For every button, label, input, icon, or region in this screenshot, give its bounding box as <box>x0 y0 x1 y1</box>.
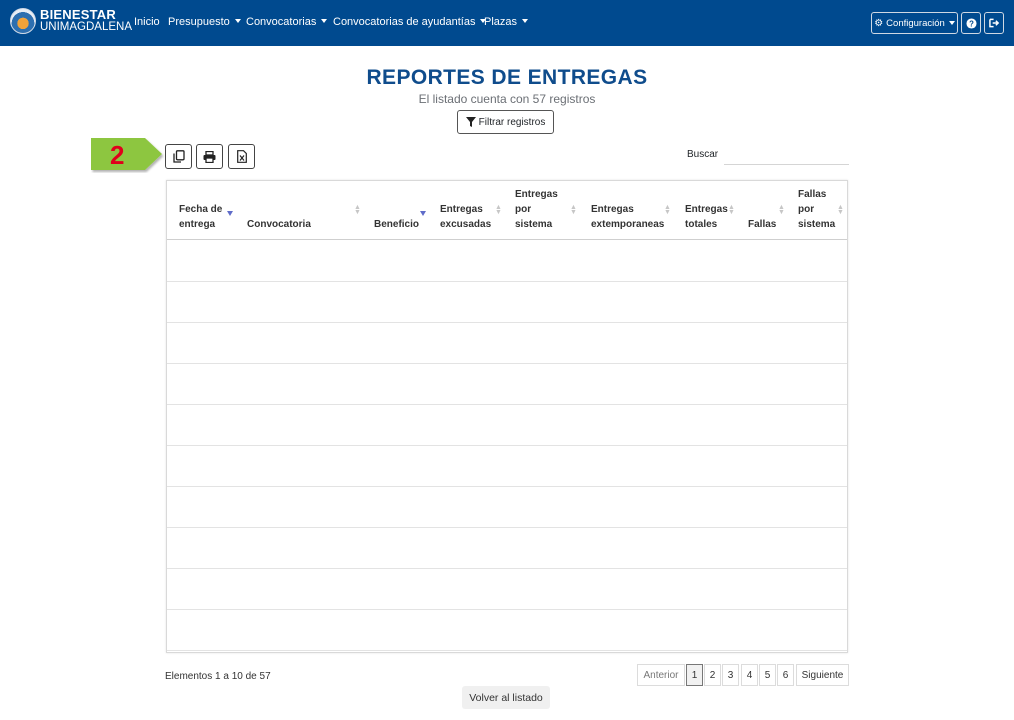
help-button[interactable]: ? <box>961 12 981 34</box>
excel-export-button[interactable] <box>228 144 255 169</box>
step-arrow-annotation <box>91 138 162 170</box>
sort-icon: ▲ ▼ <box>837 204 844 216</box>
copy-button[interactable] <box>165 144 192 169</box>
university-seal-icon <box>10 8 36 34</box>
brand-title: BIENESTAR <box>40 7 116 22</box>
column-header-fallas[interactable]: Fallas <box>748 217 788 232</box>
table-row <box>167 569 847 610</box>
pagination-previous[interactable]: Anterior <box>637 664 685 686</box>
nav-item-convocatorias-ayudantias[interactable]: Convocatorias de ayudantías <box>333 16 487 28</box>
top-navbar: BIENESTAR UNIMAGDALENA Inicio Presupuest… <box>0 0 1014 46</box>
sort-icon: ▲ ▼ <box>495 204 502 216</box>
caret-down-icon <box>321 19 328 23</box>
config-dropdown-button[interactable]: ⚙ Configuración <box>871 12 958 34</box>
column-header-fecha-entrega[interactable]: Fecha de entrega <box>179 202 229 232</box>
filter-icon <box>465 117 476 127</box>
sort-icon: ▲ ▼ <box>778 204 785 216</box>
column-header-fallas-por-sistema[interactable]: Fallas por sistema <box>798 187 838 232</box>
nav-item-inicio[interactable]: Inicio <box>134 16 160 28</box>
nav-item-presupuesto[interactable]: Presupuesto <box>168 16 241 28</box>
table-row <box>167 487 847 528</box>
caret-down-icon <box>522 19 529 23</box>
nav-item-plazas[interactable]: Plazas <box>484 16 529 28</box>
question-circle-icon: ? <box>965 17 977 29</box>
column-header-beneficio[interactable]: Beneficio <box>374 217 434 232</box>
filter-records-label: Filtrar registros <box>478 116 546 128</box>
nav-item-convocatorias[interactable]: Convocatorias <box>246 16 328 28</box>
column-header-convocatoria[interactable]: Convocatoria <box>247 217 347 232</box>
caret-down-icon <box>234 19 241 23</box>
svg-text:?: ? <box>969 19 974 28</box>
copy-icon <box>172 150 185 163</box>
table-row <box>167 610 847 651</box>
brand-link[interactable]: BIENESTAR UNIMAGDALENA <box>10 8 132 34</box>
pagination-page-1[interactable]: 1 <box>686 664 703 686</box>
sort-icon: ▲ ▼ <box>664 204 671 216</box>
table-row <box>167 241 847 282</box>
pagination-page-2[interactable]: 2 <box>704 664 721 686</box>
pagination-next[interactable]: Siguiente <box>796 664 849 686</box>
sort-icon: ▲ ▼ <box>728 204 735 216</box>
table-header: Fecha de entrega Convocatoria ▲ ▼ Benefic… <box>167 181 847 240</box>
brand-subtitle: UNIMAGDALENA <box>40 21 133 33</box>
table-info: Elementos 1 a 10 de 57 <box>165 671 271 682</box>
brand-text: BIENESTAR UNIMAGDALENA <box>40 7 133 33</box>
sign-out-icon <box>988 18 999 28</box>
column-header-entregas-extemporaneas[interactable]: Entregas extemporaneas <box>591 202 666 232</box>
deliveries-table: Fecha de entrega Convocatoria ▲ ▼ Benefic… <box>166 180 848 653</box>
table-row <box>167 364 847 405</box>
nav-item-label: Presupuesto <box>168 16 230 28</box>
gear-icon: ⚙ <box>874 17 884 29</box>
sort-icon: ▲ ▼ <box>354 204 361 216</box>
table-row <box>167 528 847 569</box>
excel-file-icon <box>236 150 247 163</box>
step-number: 2 <box>110 140 125 170</box>
nav-item-label: Inicio <box>134 16 160 28</box>
caret-down-icon <box>948 21 955 25</box>
pagination-page-3[interactable]: 3 <box>722 664 739 686</box>
table-row <box>167 446 847 487</box>
nav-item-label: Plazas <box>484 16 518 28</box>
print-icon <box>203 150 216 163</box>
sort-desc-icon <box>420 211 426 216</box>
column-header-entregas-por-sistema[interactable]: Entregas por sistema <box>515 187 563 232</box>
logout-button[interactable] <box>984 12 1004 34</box>
column-header-entregas-totales[interactable]: Entregas totales <box>685 202 730 232</box>
pagination-page-5[interactable]: 5 <box>759 664 776 686</box>
pagination-page-6[interactable]: 6 <box>777 664 794 686</box>
page-title: REPORTES DE ENTREGAS <box>366 66 648 89</box>
filter-records-button[interactable]: Filtrar registros <box>457 110 554 134</box>
records-count: El listado cuenta con 57 registros <box>418 92 596 106</box>
column-header-entregas-excusadas[interactable]: Entregas excusadas <box>440 202 495 232</box>
config-label: Configuración <box>886 17 945 29</box>
table-row <box>167 323 847 364</box>
sort-desc-icon <box>227 211 233 216</box>
print-button[interactable] <box>196 144 223 169</box>
table-row <box>167 282 847 323</box>
nav-item-label: Convocatorias <box>246 16 317 28</box>
table-row <box>167 405 847 446</box>
nav-item-label: Convocatorias de ayudantías <box>333 16 476 28</box>
sort-icon: ▲ ▼ <box>570 204 577 216</box>
search-input[interactable] <box>724 145 849 165</box>
back-to-list-button[interactable]: Volver al listado <box>462 686 550 709</box>
pagination-page-4[interactable]: 4 <box>741 664 758 686</box>
search-label: Buscar <box>687 149 719 160</box>
